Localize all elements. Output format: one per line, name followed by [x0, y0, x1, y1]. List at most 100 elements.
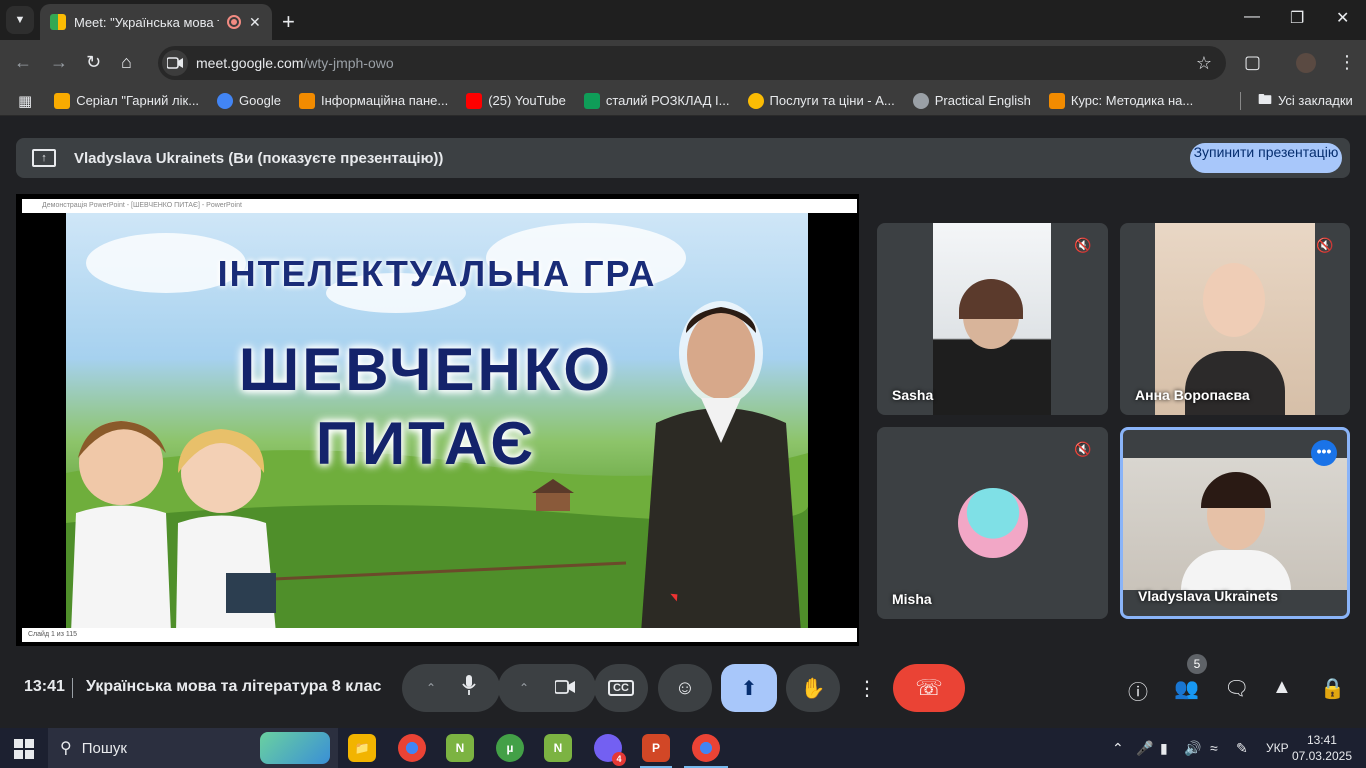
present-screen-icon: ↑ [32, 149, 56, 167]
more-options-icon[interactable]: ••• [1311, 440, 1337, 466]
participant-avatar [958, 488, 1028, 558]
chevron-down-icon: ▼ [14, 14, 26, 26]
new-tab-button[interactable]: + [282, 9, 295, 35]
globe-icon [912, 92, 929, 109]
meeting-info-icon[interactable]: ⓘ [1128, 676, 1148, 705]
captions-icon: CC [608, 680, 634, 696]
search-highlight-icon [260, 732, 330, 764]
people-icon[interactable]: 👥 [1174, 676, 1199, 701]
muted-mic-icon: 🔇 [1074, 237, 1092, 253]
notes-app-icon[interactable]: N [544, 734, 572, 762]
meeting-time: 13:41 [24, 678, 65, 695]
battery-icon[interactable]: ▮ [1160, 740, 1168, 757]
host-controls-icon[interactable]: 🔒 [1320, 676, 1345, 701]
close-icon[interactable]: ✕ [249, 14, 261, 31]
notification-badge: 4 [612, 752, 626, 766]
bookmark-item[interactable]: Practical English [912, 92, 1031, 109]
meeting-title: Українська мова та література 8 клас [86, 678, 382, 695]
shevchenko-portrait [641, 301, 801, 629]
slide-title-line: ШЕВЧЕНКО [238, 336, 614, 403]
profile-avatar[interactable] [1296, 53, 1316, 73]
more-options-button[interactable]: ⋮ [850, 664, 884, 712]
stop-presenting-button[interactable]: Зупинити презентацію [1190, 143, 1342, 173]
present-button[interactable]: ⬆ [721, 664, 777, 712]
minimize-icon[interactable]: — [1244, 8, 1260, 26]
participant-name: Sasha [892, 387, 934, 403]
raise-hand-button[interactable]: ✋ [786, 664, 840, 712]
reload-icon[interactable]: ↻ [86, 52, 101, 73]
bookmark-item[interactable]: (25) YouTube [466, 92, 566, 109]
bookmarks-bar: ▦ Серіал "Гарний лік... Google Інформаці… [0, 86, 1366, 116]
participant-tile[interactable]: 🔇 Анна Воропаєва [1120, 223, 1350, 415]
bookmarks-divider [1240, 92, 1241, 110]
participant-video [933, 223, 1051, 415]
notes-app-icon[interactable]: N [446, 734, 474, 762]
recording-icon [227, 15, 241, 29]
leave-call-button[interactable]: ☏ [893, 664, 965, 712]
video-camera-icon[interactable] [162, 50, 188, 76]
menu-kebab-icon[interactable]: ⋮ [1338, 52, 1356, 73]
system-clock[interactable]: 13:41 07.03.2025 [1292, 732, 1352, 764]
captions-button[interactable]: CC [594, 664, 648, 712]
activities-icon[interactable]: ▲ [1272, 676, 1292, 699]
pen-icon[interactable]: ✎ [1236, 740, 1248, 757]
bookmark-favicon-icon [298, 92, 315, 109]
language-indicator[interactable]: УКР [1266, 741, 1289, 755]
chrome-icon[interactable] [398, 734, 426, 762]
back-icon[interactable]: ← [14, 52, 32, 73]
participant-tile-self[interactable]: ••• Vladyslava Ukrainets [1120, 427, 1350, 619]
windows-start-icon[interactable] [14, 739, 34, 759]
apps-grid-icon[interactable]: ▦ [18, 92, 32, 110]
bookmark-favicon-icon [1048, 92, 1065, 109]
forward-icon[interactable]: → [50, 52, 68, 73]
powerpoint-icon[interactable]: P [642, 734, 670, 762]
camera-control[interactable]: ⌃ [498, 664, 596, 712]
bookmark-item[interactable]: Серіал "Гарний лік... [54, 92, 199, 109]
chat-icon[interactable]: 🗨 [1224, 676, 1249, 701]
divider [72, 678, 73, 698]
emoji-icon: ☺ [674, 676, 696, 699]
tab-title: Meet: "Українська мова та [74, 14, 219, 30]
volume-icon[interactable]: 🔊 [1184, 740, 1201, 757]
reactions-button[interactable]: ☺ [658, 664, 712, 712]
bookmark-item[interactable]: Google [217, 92, 281, 109]
meet-window: ↑ Vladyslava Ukrainets (Ви (показуєте пр… [0, 118, 1366, 728]
participant-tile[interactable]: 🔇 Misha [877, 427, 1108, 619]
windows-taskbar: ⚲ Пошук 📁 N µ N 4 P ⌃ 🎤 ▮ 🔊 ≈ ✎ УКР 13:4… [0, 728, 1366, 768]
chevron-up-icon[interactable]: ⌃ [519, 681, 529, 695]
utorrent-icon[interactable]: µ [496, 734, 524, 762]
tab-meet[interactable]: Meet: "Українська мова та ✕ [40, 4, 272, 40]
participant-name: Misha [892, 591, 932, 607]
bookmark-item[interactable]: Послуги та ціни - А... [747, 92, 895, 109]
tab-search-button[interactable]: ▼ [6, 6, 34, 34]
camera-icon[interactable] [554, 677, 576, 700]
restore-icon[interactable]: ❐ [1290, 8, 1304, 28]
bookmark-item[interactable]: Курс: Методика на... [1048, 92, 1193, 109]
chevron-up-icon[interactable]: ⌃ [1112, 740, 1124, 757]
microphone-control[interactable]: ⌃ [402, 664, 500, 712]
participant-count-badge: 5 [1187, 654, 1207, 674]
microphone-tray-icon[interactable]: 🎤 [1136, 740, 1153, 757]
bookmark-item[interactable]: сталий РОЗКЛАД І... [583, 92, 730, 109]
participant-tile[interactable]: 🔇 Sasha [877, 223, 1108, 415]
children-illustration [71, 421, 276, 629]
address-bar[interactable]: meet.google.com/wty-jmph-owo ☆ [158, 46, 1226, 80]
extensions-icon[interactable]: ▢ [1244, 52, 1261, 73]
url-host: meet.google.com [196, 55, 304, 71]
microphone-icon[interactable] [462, 675, 476, 701]
bookmark-item[interactable]: Інформаційна пане... [298, 92, 448, 109]
taskbar-search[interactable]: ⚲ Пошук [48, 728, 338, 768]
chrome-icon[interactable] [692, 734, 720, 762]
all-bookmarks-folder[interactable]: 🖿 Усі закладки [1258, 89, 1353, 113]
kebab-icon: ⋮ [857, 677, 877, 700]
chevron-up-icon[interactable]: ⌃ [426, 681, 436, 695]
window-close-icon[interactable]: ✕ [1336, 8, 1349, 28]
bookmark-star-icon[interactable]: ☆ [1196, 53, 1212, 74]
viber-icon[interactable]: 4 [594, 734, 626, 766]
youtube-icon [466, 92, 483, 109]
url-path: /wty-jmph-owo [303, 55, 394, 71]
home-icon[interactable]: ⌂ [121, 52, 132, 73]
file-explorer-icon[interactable]: 📁 [348, 734, 376, 762]
wifi-icon[interactable]: ≈ [1210, 740, 1218, 756]
folder-icon: 🖿 [1258, 90, 1272, 107]
